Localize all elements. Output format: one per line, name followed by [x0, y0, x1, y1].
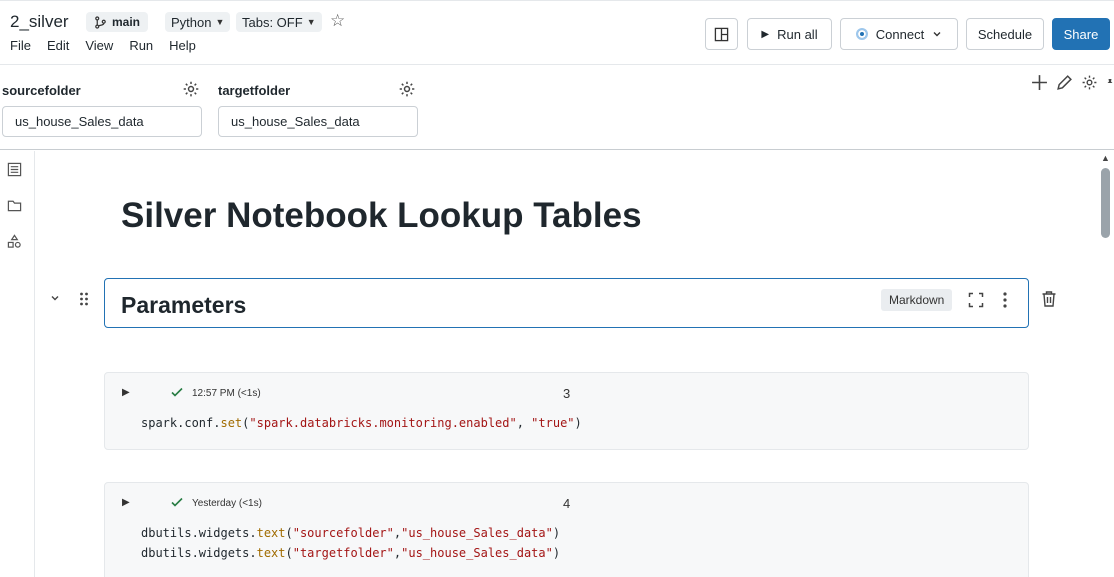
run-all-button[interactable]: ▶ Run all	[747, 18, 832, 50]
markdown-heading: Parameters	[121, 292, 247, 318]
compute-status-icon	[855, 28, 868, 40]
catalog-shapes-icon[interactable]	[7, 234, 22, 249]
tabs-label: Tabs: OFF	[242, 14, 303, 30]
kebab-menu-icon[interactable]	[1002, 291, 1008, 309]
markdown-cell[interactable]: Parameters Markdown	[104, 278, 1029, 328]
gear-icon[interactable]	[398, 80, 416, 98]
left-rail	[0, 151, 35, 577]
run-cell-icon[interactable]: ▶	[122, 497, 130, 508]
folder-icon[interactable]	[7, 198, 22, 213]
schedule-button[interactable]: Schedule	[966, 18, 1044, 50]
code-line[interactable]: dbutils.widgets.text("targetfolder","us_…	[141, 546, 560, 560]
scroll-up-icon[interactable]: ▲	[1101, 153, 1110, 163]
notebook-heading: Silver Notebook Lookup Tables	[121, 196, 642, 235]
scrollbar-thumb[interactable]	[1101, 168, 1110, 238]
gear-icon[interactable]	[182, 80, 200, 98]
run-all-label: Run all	[777, 26, 818, 42]
cell-status: Yesterday (<1s)	[192, 498, 262, 509]
language-selector[interactable]: Python ▼	[165, 12, 231, 32]
code-cell[interactable]: ▶ Yesterday (<1s) 4 dbutils.widgets.text…	[104, 482, 1029, 577]
chevron-down-icon	[933, 32, 941, 37]
run-cell-icon[interactable]: ▶	[122, 387, 130, 398]
cell-number: 4	[563, 496, 571, 511]
layout-button[interactable]	[705, 18, 738, 50]
menu-edit[interactable]: Edit	[47, 38, 69, 53]
widget-label-sourcefolder: sourcefolder	[2, 83, 81, 98]
notebook-title[interactable]: 2_silver	[10, 12, 69, 32]
cell-number: 3	[563, 386, 571, 401]
sourcefolder-input[interactable]	[2, 106, 202, 137]
gear-icon[interactable]	[1081, 74, 1098, 91]
play-icon: ▶	[761, 28, 770, 40]
chevron-down-icon: ▼	[306, 17, 316, 27]
widget-tools	[1031, 74, 1114, 91]
git-branch-icon	[95, 15, 106, 29]
star-icon[interactable]: ☆	[330, 11, 348, 31]
pin-icon[interactable]	[1106, 74, 1114, 91]
share-button[interactable]: Share	[1052, 18, 1110, 50]
connect-label: Connect	[875, 26, 925, 42]
menu-run[interactable]: Run	[129, 38, 153, 53]
menu-file[interactable]: File	[10, 38, 31, 53]
code-cell[interactable]: ▶ 12:57 PM (<1s) 3 spark.conf.set("spark…	[104, 372, 1029, 450]
branch-selector[interactable]: main	[86, 12, 149, 32]
code-line[interactable]: spark.conf.set("spark.databricks.monitor…	[141, 416, 582, 430]
cell-status: 12:57 PM (<1s)	[192, 388, 261, 399]
branch-name: main	[112, 15, 141, 29]
checkmark-icon	[171, 387, 183, 397]
code-line[interactable]: dbutils.widgets.text("sourcefolder","us_…	[141, 526, 560, 540]
tabs-toggle[interactable]: Tabs: OFF ▼	[236, 12, 322, 32]
menu-help[interactable]: Help	[169, 38, 196, 53]
connect-button[interactable]: Connect	[840, 18, 958, 50]
chevron-down-icon: ▼	[215, 17, 225, 27]
drag-handle-icon[interactable]	[79, 291, 89, 307]
table-of-contents-icon[interactable]	[7, 162, 22, 177]
targetfolder-input[interactable]	[218, 106, 418, 137]
notebook-header: 2_silver main Python ▼ Tabs: OFF ▼ ☆ Fil…	[0, 0, 1114, 65]
plus-icon[interactable]	[1031, 74, 1048, 91]
vertical-scrollbar[interactable]: ▲	[1100, 151, 1114, 577]
language-label: Python	[171, 14, 212, 30]
pencil-icon[interactable]	[1056, 74, 1073, 91]
notebook-content: Silver Notebook Lookup Tables Parameters…	[36, 151, 1100, 577]
collapse-icon[interactable]	[50, 293, 60, 306]
widget-bar: sourcefolder targetfolder	[0, 66, 1114, 150]
trash-icon[interactable]	[1041, 290, 1057, 308]
widget-label-targetfolder: targetfolder	[218, 83, 291, 98]
menu-bar: File Edit View Run Help	[10, 38, 196, 53]
expand-icon[interactable]	[968, 292, 984, 308]
checkmark-icon	[171, 497, 183, 507]
layout-icon	[714, 27, 729, 41]
cell-type-badge[interactable]: Markdown	[881, 289, 953, 311]
menu-view[interactable]: View	[85, 38, 113, 53]
